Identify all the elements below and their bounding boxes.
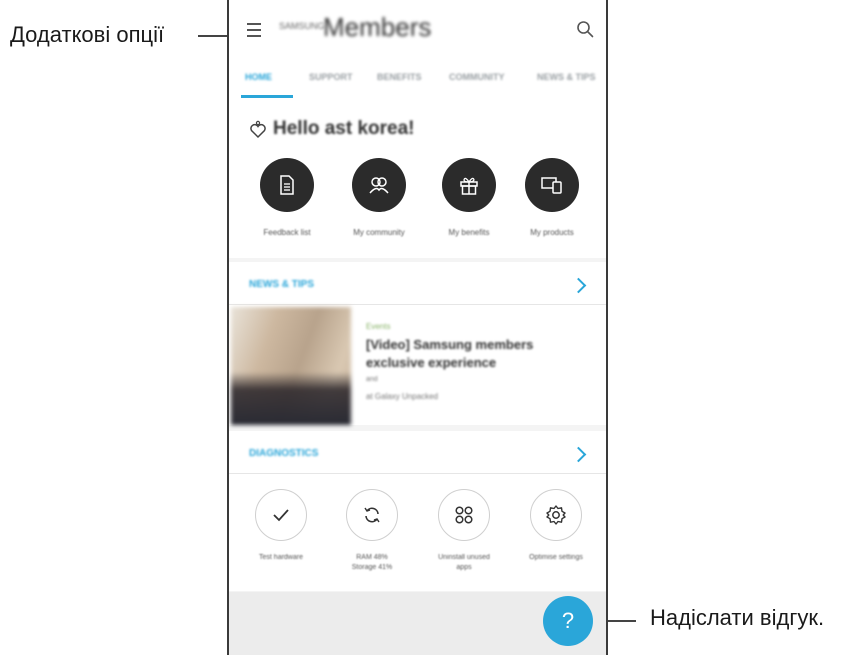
news-title[interactable]: [Video] Samsung members exclusive experi… bbox=[366, 336, 591, 372]
diag-label: Uninstall unused apps bbox=[438, 554, 490, 571]
news-chevron-right-icon[interactable] bbox=[570, 277, 587, 294]
greeting-text: Hello ast korea! bbox=[273, 118, 415, 139]
callout-more-options: Додаткові опції bbox=[10, 22, 165, 47]
divider bbox=[229, 473, 606, 474]
app-bar: SAMSUNG Members bbox=[229, 0, 606, 64]
help-icon: ? bbox=[561, 608, 575, 633]
phone-screen: SAMSUNG Members HOME SUPPORT BENEFITS CO… bbox=[227, 0, 608, 655]
tab-support[interactable]: SUPPORT bbox=[309, 72, 353, 82]
diag-label: Test hardware bbox=[259, 554, 303, 561]
quick-action-my-products[interactable]: My products bbox=[512, 158, 592, 237]
divider bbox=[229, 304, 606, 305]
apps-grid-icon bbox=[438, 489, 490, 541]
refresh-icon bbox=[346, 489, 398, 541]
diag-test-hardware[interactable]: Test hardware bbox=[239, 489, 323, 563]
quick-action-feedback-list[interactable]: Feedback list bbox=[247, 158, 327, 237]
diag-uninstall-apps[interactable]: Uninstall unused apps bbox=[422, 489, 506, 573]
news-section-header[interactable]: NEWS & TIPS bbox=[249, 279, 314, 290]
news-tag: Events bbox=[366, 322, 391, 331]
greeting-card: Hello ast korea! Feedback list My commun… bbox=[229, 98, 606, 258]
menu-icon[interactable] bbox=[247, 23, 261, 37]
diag-label: Optimise settings bbox=[529, 554, 583, 561]
tab-home[interactable]: HOME bbox=[245, 72, 272, 82]
diagnostics-chevron-right-icon[interactable] bbox=[570, 446, 587, 463]
check-icon bbox=[255, 489, 307, 541]
news-subtitle: and bbox=[366, 376, 378, 383]
tab-news-tips[interactable]: NEWS & TIPS bbox=[537, 72, 596, 82]
devices-icon bbox=[525, 158, 579, 212]
tab-bar: HOME SUPPORT BENEFITS COMMUNITY NEWS & T… bbox=[229, 64, 606, 99]
search-icon[interactable] bbox=[576, 20, 594, 38]
tab-benefits[interactable]: BENEFITS bbox=[377, 72, 422, 82]
settings-gear-icon bbox=[530, 489, 582, 541]
diag-label: RAM 48% Storage 41% bbox=[351, 554, 393, 571]
news-tips-card: NEWS & TIPS Events [Video] Samsung membe… bbox=[229, 262, 606, 425]
news-thumbnail[interactable] bbox=[231, 307, 351, 425]
callout-send-feedback: Надіслати відгук. bbox=[650, 605, 825, 630]
gift-icon bbox=[442, 158, 496, 212]
news-source: at Galaxy Unpacked bbox=[366, 392, 439, 401]
quick-action-my-benefits[interactable]: My benefits bbox=[429, 158, 509, 237]
document-icon bbox=[260, 158, 314, 212]
quick-action-my-community[interactable]: My community bbox=[339, 158, 419, 237]
diagnostics-section-header[interactable]: DIAGNOSTICS bbox=[249, 448, 318, 459]
app-title: Members bbox=[323, 12, 432, 42]
diag-optimise-settings[interactable]: Optimise settings bbox=[514, 489, 598, 563]
brand-label: SAMSUNG bbox=[279, 21, 325, 31]
help-fab-button[interactable]: ? bbox=[543, 596, 593, 646]
heart-hand-icon bbox=[250, 120, 266, 139]
diagnostics-card: DIAGNOSTICS Test hardware RAM 48% Storag… bbox=[229, 431, 606, 591]
quick-action-label: My products bbox=[530, 228, 574, 237]
people-icon bbox=[352, 158, 406, 212]
quick-action-label: My benefits bbox=[448, 228, 490, 237]
quick-action-label: My community bbox=[353, 228, 405, 237]
quick-action-label: Feedback list bbox=[263, 228, 311, 237]
diag-memory-storage[interactable]: RAM 48% Storage 41% bbox=[330, 489, 414, 573]
tab-community[interactable]: COMMUNITY bbox=[449, 72, 505, 82]
